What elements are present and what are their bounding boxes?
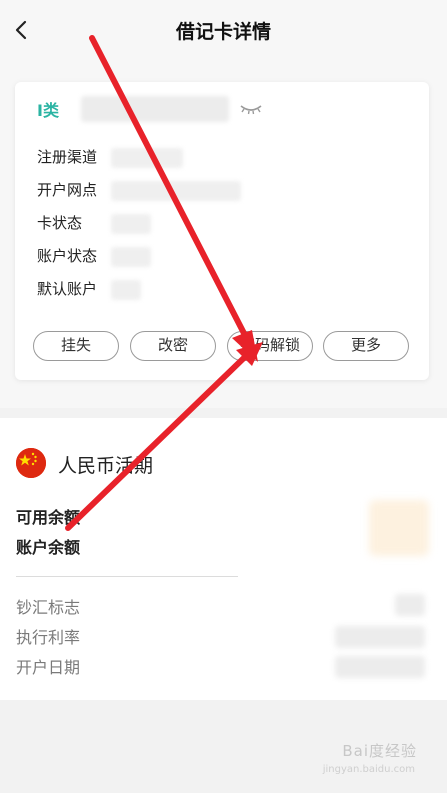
page-title: 借记卡详情 — [175, 21, 271, 43]
card-action-row: 挂失 改密 密码解锁 更多 — [33, 331, 413, 361]
open-date-value — [335, 656, 425, 678]
field-label-branch: 开户网点 — [37, 181, 98, 199]
field-value-card-status — [111, 214, 151, 234]
field-value-register-channel — [111, 148, 183, 168]
available-balance-label: 可用余额 — [16, 508, 81, 527]
field-value-account-status — [111, 247, 151, 267]
debit-card-panel: I类 注册渠道 开户网点 卡状态 账户状态 默认账户 挂失 改密 密码解锁 更多 — [15, 82, 429, 380]
field-value-branch — [111, 181, 241, 201]
china-flag-icon — [16, 448, 46, 478]
interest-rate-value — [335, 626, 425, 648]
card-number-masked — [81, 96, 229, 122]
currency-title: 人民币活期 — [58, 455, 154, 477]
top-region: 借记卡详情 I类 注册渠道 开户网点 卡状态 账户状态 默认账户 挂失 改密 密… — [0, 0, 447, 408]
report-loss-button[interactable]: 挂失 — [33, 331, 119, 361]
field-label-register-channel: 注册渠道 — [37, 148, 98, 166]
watermark-url: jingyan.baidu.com — [322, 764, 415, 775]
unlock-password-button[interactable]: 密码解锁 — [227, 331, 313, 361]
change-password-button[interactable]: 改密 — [130, 331, 216, 361]
field-value-default-account — [111, 280, 141, 300]
account-section: 人民币活期 可用余额 账户余额 钞汇标志 执行利率 开户日期 — [0, 418, 447, 700]
cash-remit-flag-value — [395, 594, 425, 616]
field-label-card-status: 卡状态 — [37, 214, 83, 232]
eye-closed-icon[interactable] — [239, 100, 263, 116]
account-balance-label: 账户余额 — [16, 538, 81, 557]
screen: 借记卡详情 I类 注册渠道 开户网点 卡状态 账户状态 默认账户 挂失 改密 密… — [0, 0, 447, 793]
card-class-label: I类 — [37, 101, 59, 120]
header: 借记卡详情 — [0, 0, 447, 62]
section-divider — [16, 576, 238, 577]
cash-remit-flag-label: 钞汇标志 — [16, 598, 81, 617]
interest-rate-label: 执行利率 — [16, 628, 81, 647]
watermark-logo: Bai度经验 — [342, 742, 417, 760]
field-label-default-account: 默认账户 — [37, 280, 98, 298]
open-date-label: 开户日期 — [16, 658, 81, 677]
more-button[interactable]: 更多 — [323, 331, 409, 361]
field-label-account-status: 账户状态 — [37, 247, 98, 265]
balance-amount-masked — [369, 500, 429, 556]
